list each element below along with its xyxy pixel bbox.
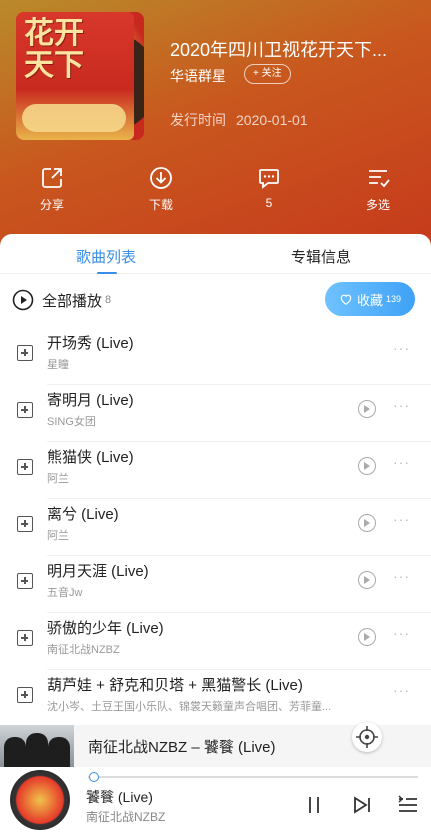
share-button[interactable]: 分享: [22, 166, 82, 213]
tab-bar: 歌曲列表 专辑信息: [0, 234, 431, 274]
collect-label: 收藏: [356, 292, 383, 308]
player-cover[interactable]: [10, 770, 70, 830]
playlist-icon[interactable]: [397, 794, 419, 816]
comment-button[interactable]: 5: [239, 166, 299, 210]
album-artist[interactable]: 华语群星: [170, 66, 226, 86]
more-icon[interactable]: ···: [393, 511, 410, 527]
release-date: 2020-01-01: [236, 112, 308, 128]
collect-button[interactable]: 收藏 139: [325, 282, 415, 316]
song-artist: 阿兰: [47, 530, 69, 542]
comment-icon: [259, 169, 279, 189]
song-row[interactable]: 葫芦娃 + 舒克和贝塔 + 黑猫警长 (Live) 沈小岑、土豆王国小乐队、锦裳…: [0, 670, 431, 727]
share-label: 分享: [39, 198, 64, 212]
song-name: 寄明月 (Live): [47, 392, 134, 409]
song-name: 骄傲的少年 (Live): [47, 620, 164, 637]
album-header: 花开 天下 2020年四川卫视花开天下... 华语群星 + 关注 发行时间 2020…: [0, 0, 431, 250]
multi-select-icon: [369, 170, 390, 188]
download-icon: [150, 167, 172, 189]
add-icon[interactable]: [17, 516, 33, 532]
album-cover[interactable]: 花开 天下: [16, 12, 144, 140]
add-icon[interactable]: [17, 402, 33, 418]
release-label: 发行时间: [170, 112, 226, 128]
song-name: 葫芦娃 + 舒克和贝塔 + 黑猫警长 (Live): [47, 677, 303, 694]
play-all-count: 8: [105, 294, 112, 306]
cover-logo-text: 花开 天下: [24, 16, 84, 83]
song-name: 开场秀 (Live): [47, 335, 134, 352]
heart-icon: [340, 294, 352, 305]
tab-indicator: [97, 272, 117, 274]
download-label: 下载: [148, 198, 173, 212]
song-row[interactable]: 骄傲的少年 (Live) 南征北战NZBZ ···: [0, 613, 431, 670]
figure: [4, 737, 26, 767]
song-row[interactable]: 开场秀 (Live) 星瞳 ···: [0, 328, 431, 385]
locate-button[interactable]: [352, 722, 382, 752]
tab-album-info[interactable]: 专辑信息: [291, 246, 351, 267]
song-name: 离兮 (Live): [47, 506, 119, 523]
more-icon[interactable]: ···: [393, 454, 410, 470]
pause-icon[interactable]: [303, 794, 325, 816]
progress-knob[interactable]: [89, 772, 100, 782]
multi-select-label: 多选: [365, 198, 390, 212]
song-artist: 阿兰: [47, 473, 69, 485]
song-artist: 五音Jw: [47, 587, 83, 599]
song-artist: 南征北战NZBZ: [47, 644, 120, 656]
song-row[interactable]: 熊猫侠 (Live) 阿兰 ···: [0, 442, 431, 499]
song-row[interactable]: 离兮 (Live) 阿兰 ···: [0, 499, 431, 556]
mv-play-icon[interactable]: [358, 514, 376, 532]
song-artist: SING女团: [47, 416, 96, 428]
more-icon[interactable]: ···: [393, 340, 410, 356]
release-info: 发行时间 2020-01-01: [170, 110, 318, 130]
download-button[interactable]: 下载: [131, 166, 191, 213]
add-icon[interactable]: [17, 459, 33, 475]
song-row[interactable]: 寄明月 (Live) SING女团 ···: [0, 385, 431, 442]
song-artist: 星瞳: [47, 359, 69, 371]
action-bar: 分享 下载 5 多选: [0, 166, 431, 216]
song-artist: 沈小岑、土豆王国小乐队、锦裳天籁童声合唱团、芳菲童...: [47, 701, 332, 713]
cover-cloud: [22, 104, 126, 132]
progress-bar[interactable]: [88, 772, 418, 782]
figure: [26, 733, 48, 767]
artist-thumbnail: [0, 725, 74, 767]
player-bar[interactable]: 饕餮 (Live) 南征北战NZBZ: [0, 767, 431, 834]
album-title: 2020年四川卫视花开天下...: [170, 40, 388, 60]
more-icon[interactable]: ···: [393, 625, 410, 641]
add-icon[interactable]: [17, 573, 33, 589]
player-title: 饕餮 (Live): [86, 789, 153, 805]
song-name: 明月天涯 (Live): [47, 563, 149, 580]
play-circle-icon: [12, 289, 34, 311]
more-icon[interactable]: ···: [393, 568, 410, 584]
song-row[interactable]: 明月天涯 (Live) 五音Jw ···: [0, 556, 431, 613]
locate-icon: [356, 726, 378, 748]
play-all-label: 全部播放: [42, 292, 103, 310]
tab-song-list[interactable]: 歌曲列表: [76, 246, 136, 267]
player-artist: 南征北战NZBZ: [86, 810, 166, 824]
share-icon: [42, 168, 62, 188]
figure: [48, 737, 70, 767]
follow-button[interactable]: + 关注: [244, 64, 291, 84]
mv-play-icon[interactable]: [358, 457, 376, 475]
mv-play-icon[interactable]: [358, 400, 376, 418]
add-icon[interactable]: [17, 345, 33, 361]
mv-play-icon[interactable]: [358, 571, 376, 589]
next-icon[interactable]: [351, 794, 373, 816]
banner-text: 南征北战NZBZ – 饕餮 (Live): [88, 739, 276, 756]
multi-select-button[interactable]: 多选: [348, 166, 408, 213]
comment-count: 5: [265, 196, 273, 210]
more-icon[interactable]: ···: [393, 397, 410, 413]
collect-count: 139: [385, 294, 402, 304]
mv-play-icon[interactable]: [358, 628, 376, 646]
song-name: 熊猫侠 (Live): [47, 449, 134, 466]
add-icon[interactable]: [17, 630, 33, 646]
add-icon[interactable]: [17, 687, 33, 703]
play-all-button[interactable]: 全部播放 8: [12, 288, 111, 312]
more-icon[interactable]: ···: [393, 682, 410, 698]
